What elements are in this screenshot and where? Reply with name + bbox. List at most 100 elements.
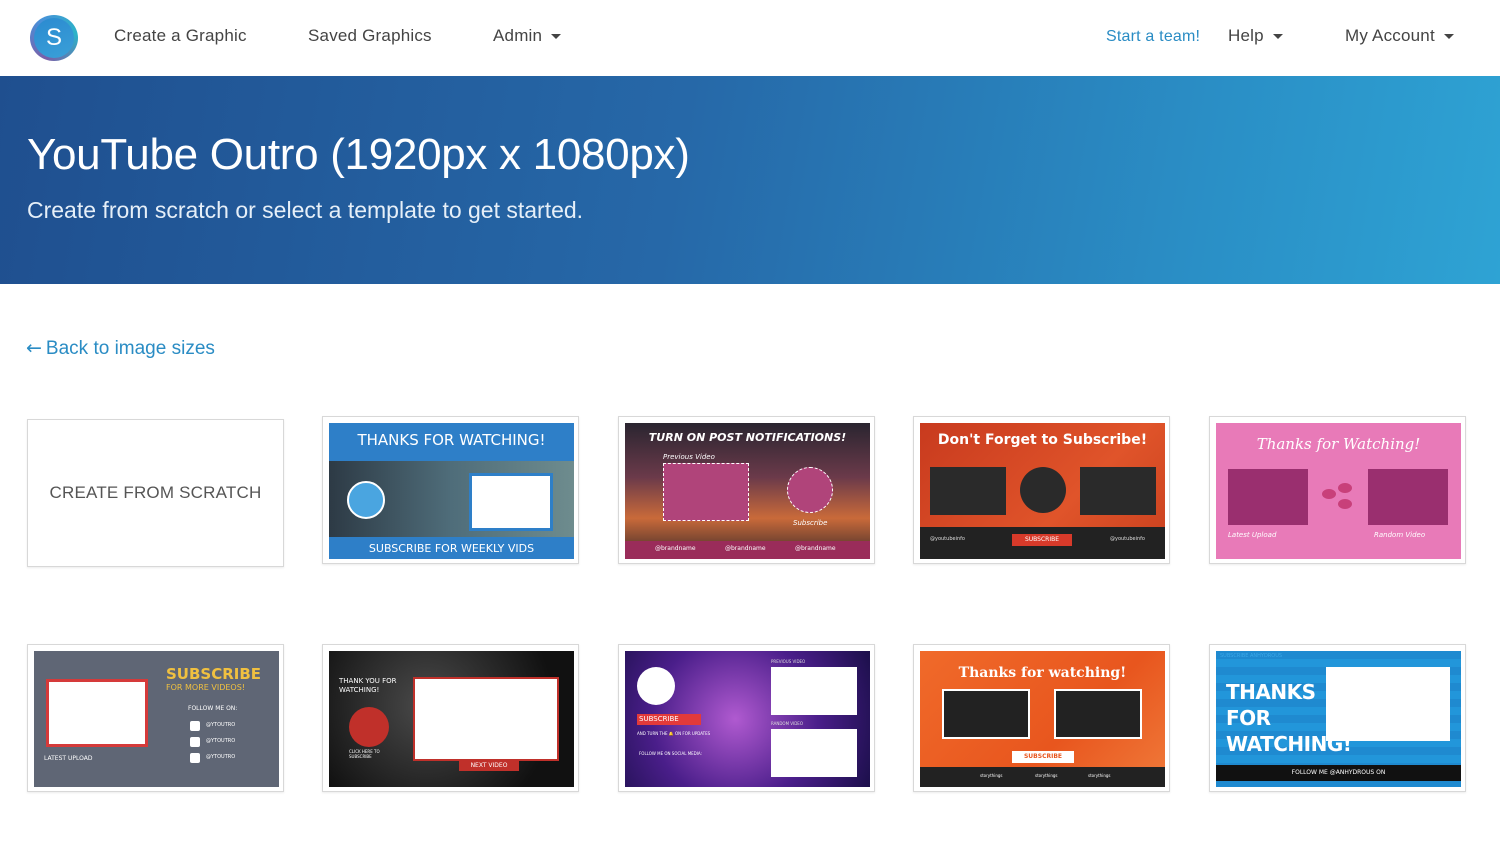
template-heading: THANKS FOR WATCHING! — [357, 431, 546, 449]
social-handle: @YTOUTRO — [206, 722, 236, 728]
prev-video-label: PREVIOUS VIDEO — [771, 659, 806, 664]
video-placeholder — [413, 677, 559, 761]
social-handle: storythings — [1088, 773, 1111, 778]
social-handle: @YTOUTRO — [206, 754, 236, 760]
template-thumbnail: Thanks for Watching! Latest Upload Rando… — [1216, 423, 1461, 559]
template-card[interactable]: SUBSCRIBE FOR MORE VIDEOS! FOLLOW ME ON:… — [27, 644, 284, 792]
template-thumbnail: TURN ON POST NOTIFICATIONS! Previous Vid… — [625, 423, 870, 559]
video-placeholder — [663, 463, 749, 521]
create-from-scratch-label: CREATE FROM SCRATCH — [49, 483, 262, 502]
social-handle: storythings — [980, 773, 1003, 778]
video-placeholder — [1228, 469, 1308, 525]
template-left-label: Latest Upload — [1228, 531, 1277, 539]
nav-help-label: Help — [1228, 26, 1264, 45]
template-footer: SUBSCRIBE FOR WEEKLY VIDS — [368, 542, 535, 555]
chevron-down-icon — [551, 34, 562, 40]
nav-account-dropdown[interactable]: My Account — [1345, 26, 1454, 46]
template-card[interactable]: Don't Forget to Subscribe! SUBSCRIBE @yo… — [913, 416, 1170, 564]
template-heading: Don't Forget to Subscribe! — [937, 432, 1148, 448]
page-title: YouTube Outro (1920px x 1080px) — [27, 130, 690, 179]
avatar — [637, 667, 675, 705]
template-right-label: Random Video — [1374, 531, 1426, 539]
twitch-icon — [190, 753, 200, 763]
template-thumbnail: Thanks for watching! SUBSCRIBE storythin… — [920, 651, 1165, 787]
template-heading: THANK YOU FOR WATCHING! — [339, 677, 397, 694]
video-placeholder — [46, 679, 148, 747]
template-thumbnail: SUBSCRIBE ANHYDROUS THANKS FOR WATCHING!… — [1216, 651, 1461, 787]
nav-start-team[interactable]: Start a team! — [1106, 28, 1200, 46]
notify-label: AND TURN THE 🔔 ON FOR UPDATES — [637, 731, 711, 736]
background-pattern-text: SUBSCRIBE ANHYDROUS — [1220, 653, 1283, 659]
back-to-image-sizes-link[interactable]: ← Back to image sizes — [26, 337, 215, 360]
subscribe-label: SUBSCRIBE — [1023, 753, 1062, 760]
video-placeholder — [930, 467, 1006, 515]
social-handle: @YTOUTRO — [206, 738, 236, 744]
avatar — [347, 481, 385, 519]
template-card[interactable]: SUBSCRIBE AND TURN THE 🔔 ON FOR UPDATES … — [618, 644, 875, 792]
video-placeholder — [1054, 689, 1142, 739]
template-right-label: Subscribe — [793, 519, 828, 527]
template-thumbnail: THANK YOU FOR WATCHING! CLICK HERE TO SU… — [329, 651, 574, 787]
chevron-down-icon — [1443, 34, 1454, 40]
subscribe-label: SUBSCRIBE — [1024, 536, 1060, 543]
subscribe-placeholder — [1020, 467, 1066, 513]
template-heading: Thanks for Watching! — [1256, 435, 1421, 453]
follow-label: FOLLOW ME ON SOCIAL MEDIA: — [639, 751, 702, 756]
subscribe-placeholder — [787, 467, 833, 513]
page-banner: YouTube Outro (1920px x 1080px) Create f… — [0, 76, 1500, 284]
chevron-down-icon — [1272, 34, 1283, 40]
subscribe-label: SUBSCRIBE — [639, 715, 679, 723]
arrow-left-icon: ← — [26, 337, 42, 359]
video-placeholder — [942, 689, 1030, 739]
video-placeholder — [1080, 467, 1156, 515]
template-heading: THANKS FOR WATCHING! — [1226, 680, 1352, 756]
social-handle: @brandname — [795, 545, 836, 552]
lips-icon — [1318, 481, 1358, 511]
social-handle: storythings — [1035, 773, 1058, 778]
click-to-subscribe-label: CLICK HERE TO SUBSCRIBE — [349, 749, 380, 759]
template-card[interactable]: TURN ON POST NOTIFICATIONS! Previous Vid… — [618, 416, 875, 564]
social-handle: @youtubeinfo — [930, 536, 965, 542]
video-placeholder — [1368, 469, 1448, 525]
template-card[interactable]: SUBSCRIBE ANHYDROUS THANKS FOR WATCHING!… — [1209, 644, 1466, 792]
video-placeholder — [771, 667, 857, 715]
avatar — [349, 707, 389, 747]
nav-account-label: My Account — [1345, 26, 1435, 45]
template-thumbnail: Don't Forget to Subscribe! SUBSCRIBE @yo… — [920, 423, 1165, 559]
template-heading: TURN ON POST NOTIFICATIONS! — [648, 431, 847, 444]
template-heading: SUBSCRIBE — [166, 665, 262, 683]
template-heading: Thanks for watching! — [958, 665, 1127, 681]
page-subtitle: Create from scratch or select a template… — [27, 197, 584, 223]
back-link-label: Back to image sizes — [45, 338, 215, 359]
nav-admin-label: Admin — [493, 26, 543, 45]
create-from-scratch-card[interactable]: CREATE FROM SCRATCH — [27, 419, 284, 567]
logo-letter: S — [34, 18, 74, 58]
video-placeholder — [469, 473, 553, 531]
template-card[interactable]: THANK YOU FOR WATCHING! CLICK HERE TO SU… — [322, 644, 579, 792]
template-thumbnail: SUBSCRIBE FOR MORE VIDEOS! FOLLOW ME ON:… — [34, 651, 279, 787]
follow-label: FOLLOW ME ON: — [188, 705, 238, 712]
social-handle: @brandname — [725, 545, 766, 552]
facebook-icon — [190, 737, 200, 747]
latest-upload-label: LATEST UPLOAD — [44, 755, 93, 762]
social-handle: @youtubeinfo — [1110, 536, 1145, 542]
template-card[interactable]: Thanks for Watching! Latest Upload Rando… — [1209, 416, 1466, 564]
app-logo[interactable]: S — [30, 15, 78, 61]
nav-create-graphic[interactable]: Create a Graphic — [114, 26, 247, 46]
template-card[interactable]: THANKS FOR WATCHING! SUBSCRIBE FOR WEEKL… — [322, 416, 579, 564]
template-footer: FOLLOW ME @ANHYDROUS ON — [1291, 769, 1386, 776]
template-subheading: FOR MORE VIDEOS! — [166, 683, 245, 692]
top-nav: S Create a Graphic Saved Graphics Admin … — [0, 0, 1500, 76]
video-placeholder — [1326, 667, 1450, 741]
nav-admin-dropdown[interactable]: Admin — [493, 26, 562, 46]
video-placeholder — [771, 729, 857, 777]
template-card[interactable]: Thanks for watching! SUBSCRIBE storythin… — [913, 644, 1170, 792]
template-thumbnail: THANKS FOR WATCHING! SUBSCRIBE FOR WEEKL… — [329, 423, 574, 559]
next-video-label: NEXT VIDEO — [470, 762, 508, 769]
nav-saved-graphics[interactable]: Saved Graphics — [308, 26, 432, 46]
template-left-label: Previous Video — [663, 453, 715, 461]
template-thumbnail: SUBSCRIBE AND TURN THE 🔔 ON FOR UPDATES … — [625, 651, 870, 787]
nav-help-dropdown[interactable]: Help — [1228, 26, 1283, 46]
social-handle: @brandname — [655, 545, 696, 552]
random-video-label: RANDOM VIDEO — [771, 721, 803, 726]
